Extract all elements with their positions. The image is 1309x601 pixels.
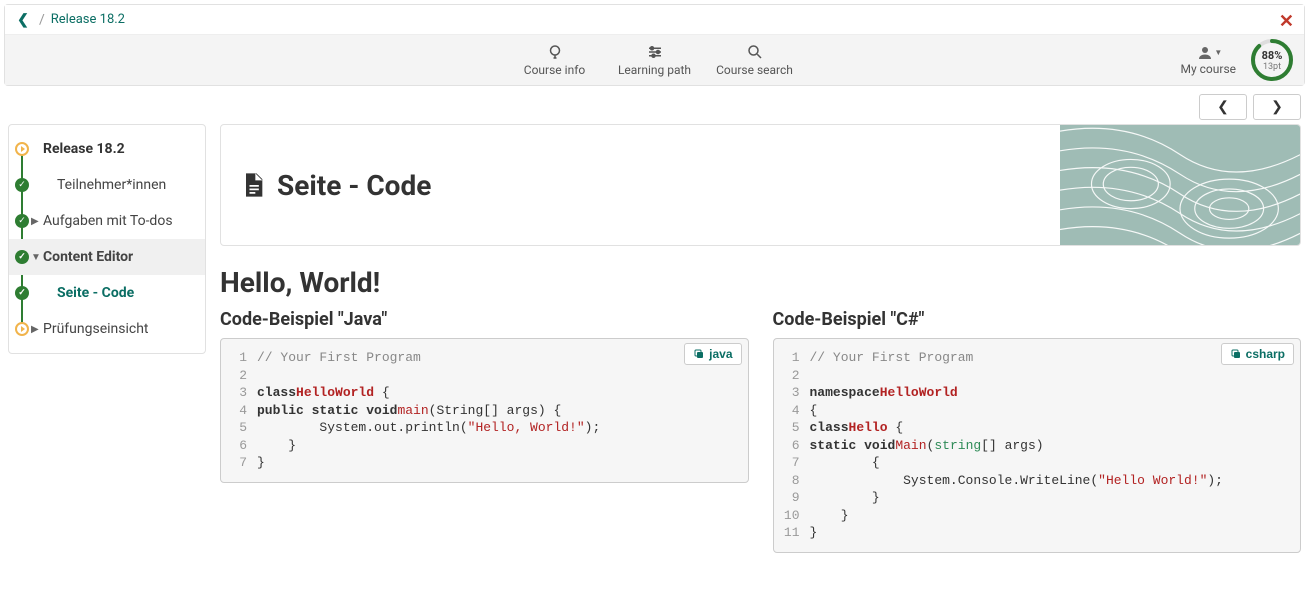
sidebar-item-label: Release 18.2 — [43, 141, 125, 157]
sidebar-item-aufgaben[interactable]: ▶ Aufgaben mit To-dos — [9, 203, 205, 239]
code-box-java: java 1// Your First Program 2 3class Hel… — [220, 338, 749, 483]
document-icon — [239, 171, 267, 199]
page-nav-arrows: ❮ ❯ — [0, 90, 1309, 120]
progress-percent: 88% — [1262, 49, 1283, 62]
course-search-button[interactable]: Course search — [705, 43, 805, 77]
done-status-icon — [15, 178, 29, 192]
sidebar-item-content-editor[interactable]: ▼ Content Editor — [9, 239, 205, 275]
chevron-down-icon: ▼ — [31, 252, 41, 263]
course-search-label: Course search — [716, 63, 793, 77]
chevron-down-icon: ▼ — [1214, 48, 1222, 57]
breadcrumb-row: ❮ / Release 18.2 ✕ — [5, 5, 1304, 35]
progress-points: 13pt — [1263, 62, 1281, 72]
page-heading: Hello, World! — [220, 266, 1301, 299]
sidebar-item-label: Seite - Code — [57, 285, 134, 301]
code-heading-csharp: Code-Beispiel "C#" — [773, 309, 1302, 330]
copy-icon — [1230, 348, 1242, 360]
course-info-button[interactable]: Course info — [505, 43, 605, 77]
copy-code-csharp-button[interactable]: csharp — [1221, 343, 1294, 365]
code-box-csharp: csharp 1// Your First Program 2 3namespa… — [773, 338, 1302, 553]
content-area: Seite - Code — [220, 124, 1301, 553]
chevron-right-icon: ▶ — [31, 216, 39, 227]
copy-icon — [693, 348, 705, 360]
done-status-icon — [15, 286, 29, 300]
search-icon — [746, 43, 764, 61]
hero-art — [1060, 125, 1300, 245]
play-status-icon — [15, 322, 29, 336]
sidebar-item-teilnehmer[interactable]: Teilnehmer*innen — [9, 167, 205, 203]
learning-path-label: Learning path — [618, 63, 691, 77]
my-course-button[interactable]: ▼ My course — [1181, 44, 1237, 76]
hero-title: Seite - Code — [221, 169, 431, 202]
play-status-icon — [15, 142, 29, 156]
top-bar: ❮ / Release 18.2 ✕ Course info Learning … — [4, 4, 1305, 86]
lang-label: java — [709, 346, 732, 362]
hero-banner: Seite - Code — [220, 124, 1301, 246]
topographic-icon — [1060, 125, 1300, 245]
next-page-button[interactable]: ❯ — [1253, 94, 1301, 120]
sidebar-item-label: Aufgaben mit To-dos — [43, 213, 173, 229]
sidebar: Release 18.2 Teilnehmer*innen ▶ Aufgaben… — [8, 124, 206, 354]
lightbulb-icon — [546, 43, 564, 61]
breadcrumb-title[interactable]: Release 18.2 — [51, 12, 125, 27]
course-info-label: Course info — [524, 63, 585, 77]
toolbar-right: ▼ My course 88% 13pt — [1181, 38, 1295, 82]
done-status-icon — [15, 250, 29, 264]
back-button[interactable]: ❮ — [13, 12, 33, 28]
user-icon — [1196, 44, 1214, 62]
code-examples-row: Code-Beispiel "Java" java 1// Your First… — [220, 309, 1301, 553]
toolbar-row: Course info Learning path Course search … — [5, 35, 1304, 85]
progress-ring[interactable]: 88% 13pt — [1250, 38, 1294, 82]
done-status-icon — [15, 214, 29, 228]
prev-page-button[interactable]: ❮ — [1199, 94, 1247, 120]
sidebar-item-label: Content Editor — [43, 249, 133, 265]
lang-label: csharp — [1246, 346, 1285, 362]
sidebar-item-label: Teilnehmer*innen — [57, 177, 166, 193]
sidebar-item-pruefung[interactable]: ▶ Prüfungseinsicht — [9, 311, 205, 347]
sidebar-item-seite-code[interactable]: Seite - Code — [9, 275, 205, 311]
hero-title-text: Seite - Code — [277, 169, 431, 202]
learning-path-button[interactable]: Learning path — [605, 43, 705, 77]
my-course-label: My course — [1181, 62, 1237, 76]
sidebar-item-release[interactable]: Release 18.2 — [9, 131, 205, 167]
sliders-icon — [646, 43, 664, 61]
sidebar-item-label: Prüfungseinsicht — [43, 321, 149, 337]
main-layout: Release 18.2 Teilnehmer*innen ▶ Aufgaben… — [0, 120, 1309, 557]
close-button[interactable]: ✕ — [1279, 11, 1294, 32]
breadcrumb-separator: / — [39, 12, 45, 28]
code-column-csharp: Code-Beispiel "C#" csharp 1// Your First… — [773, 309, 1302, 553]
code-heading-java: Code-Beispiel "Java" — [220, 309, 749, 330]
code-column-java: Code-Beispiel "Java" java 1// Your First… — [220, 309, 749, 553]
chevron-right-icon: ▶ — [31, 324, 39, 335]
copy-code-java-button[interactable]: java — [684, 343, 741, 365]
